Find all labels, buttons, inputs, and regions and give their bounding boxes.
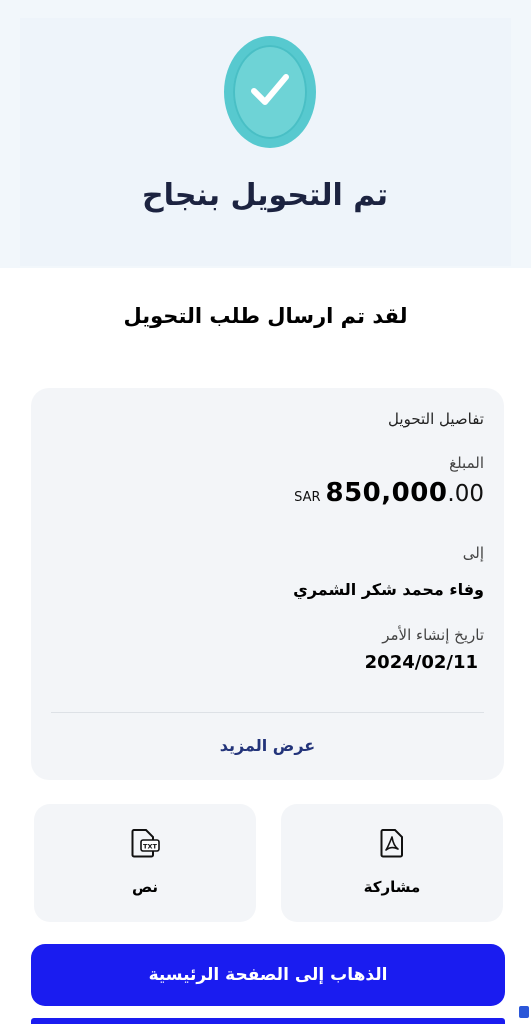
details-section-title: تفاصيل التحويل xyxy=(388,410,484,428)
text-button[interactable]: TXT نص xyxy=(34,804,256,922)
divider xyxy=(51,712,484,713)
recipient-label: إلى xyxy=(462,544,484,562)
show-more-link[interactable]: عرض المزيد xyxy=(31,736,504,755)
svg-text:TXT: TXT xyxy=(143,843,157,851)
app-badge-icon xyxy=(519,1006,529,1018)
success-title: تم التحويل بنجاح xyxy=(142,178,388,213)
amount-decimal: .00 xyxy=(447,481,484,507)
date-value: 2024/02/11 xyxy=(364,652,478,673)
confirmation-message: لقد تم ارسال طلب التحويل xyxy=(123,304,408,328)
pdf-icon xyxy=(380,828,404,862)
bottom-bar xyxy=(31,1018,505,1024)
recipient-name: وفاء محمد شكر الشمري xyxy=(293,580,484,599)
amount-currency: SAR xyxy=(294,490,321,505)
go-home-button[interactable]: الذهاب إلى الصفحة الرئيسية xyxy=(31,944,505,1006)
check-mark-icon xyxy=(251,74,289,105)
txt-file-icon: TXT xyxy=(130,828,160,862)
amount-integer: 850,000 xyxy=(325,478,448,508)
share-button[interactable]: مشاركة xyxy=(281,804,503,922)
transfer-details-card: تفاصيل التحويل المبلغ SAR 850,000 .00 إل… xyxy=(31,388,504,780)
amount-value: SAR 850,000 .00 xyxy=(294,478,484,508)
share-label: مشاركة xyxy=(363,878,421,896)
check-circle-icon xyxy=(224,36,316,148)
check-circle-inner xyxy=(233,45,307,139)
date-label: تاريخ إنشاء الأمر xyxy=(382,626,484,644)
success-banner: تم التحويل بنجاح xyxy=(0,0,531,268)
amount-label: المبلغ xyxy=(449,454,484,472)
text-label: نص xyxy=(131,878,159,896)
